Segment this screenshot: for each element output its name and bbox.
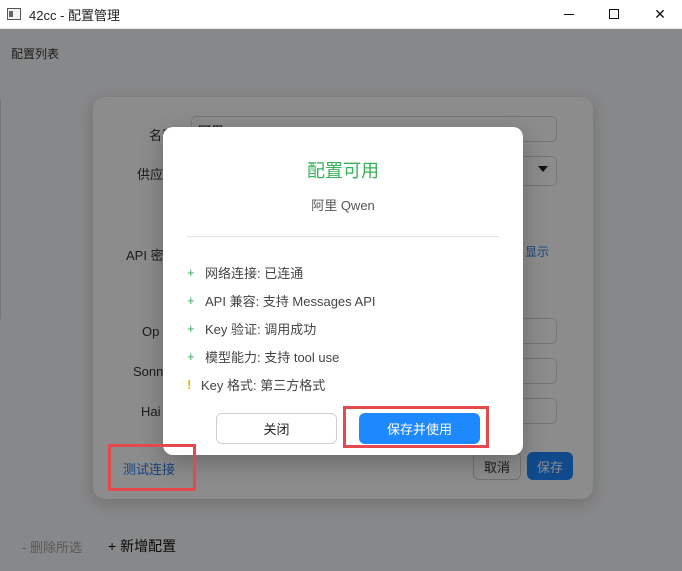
check-item: + 网络连接: 已连通 [187,258,499,286]
maximize-icon [609,9,619,19]
check-text: 模型能力: 支持 tool use [205,349,340,365]
check-item: + 模型能力: 支持 tool use [187,342,499,370]
check-text: Key 验证: 调用成功 [205,321,317,337]
highlight-test-connection [108,444,196,491]
maximize-button[interactable] [591,0,637,28]
dialog-divider [187,236,499,237]
plus-icon: + [187,292,195,308]
check-item: + API 兼容: 支持 Messages API [187,286,499,314]
window-titlebar: 42cc - 配置管理 ✕ [0,0,682,29]
minimize-icon [564,13,574,15]
check-text: Key 格式: 第三方格式 [201,377,326,393]
dialog-subtitle: 阿里 Qwen [311,198,375,213]
dialog-title: 配置可用 [307,161,379,181]
check-item: + Key 验证: 调用成功 [187,314,499,342]
plus-icon: + [187,320,195,336]
plus-icon: + [187,264,195,280]
dialog-close-button[interactable]: 关闭 [216,413,337,444]
warning-icon: ! [187,376,192,392]
highlight-save-and-use [343,406,489,448]
check-text: API 兼容: 支持 Messages API [205,293,376,309]
close-icon: ✕ [654,5,666,22]
check-item: ! Key 格式: 第三方格式 [187,370,499,398]
window-title: 42cc - 配置管理 [29,7,121,23]
plus-icon: + [187,348,195,364]
check-list: + 网络连接: 已连通 + API 兼容: 支持 Messages API + … [187,258,499,398]
minimize-button[interactable] [546,0,592,28]
check-text: 网络连接: 已连通 [205,265,304,281]
app-icon [7,8,21,20]
close-window-button[interactable]: ✕ [637,0,682,28]
